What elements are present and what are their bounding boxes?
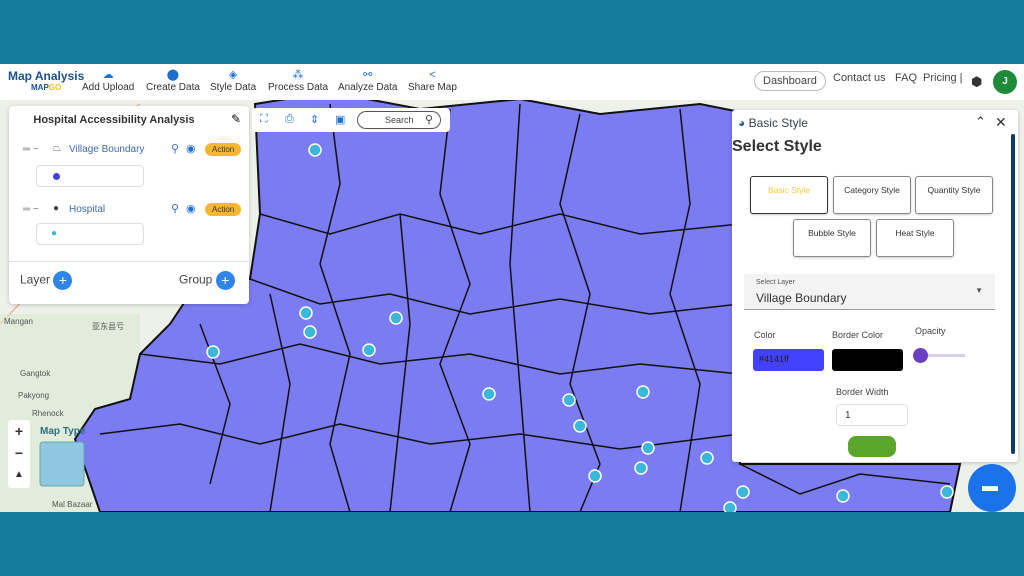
nav-create-data[interactable]: ⬤ Create Data: [146, 68, 200, 93]
fill-color-picker[interactable]: #4141ff: [753, 349, 824, 371]
bubble-style-button[interactable]: Bubble Style: [793, 219, 871, 257]
zoom-in-button[interactable]: +: [8, 420, 30, 442]
layer-name-hospital[interactable]: Hospital: [69, 204, 105, 215]
action-button[interactable]: Action: [205, 203, 242, 216]
layers-panel: Hospital Accessibility Analysis ✎ ═ − ⏢ …: [9, 106, 249, 304]
border-width-label: Border Width: [836, 387, 889, 397]
polygon-icon: ⏢: [53, 143, 61, 154]
print-icon[interactable]: ⎙: [285, 113, 294, 126]
chat-icon: ▬: [982, 478, 998, 495]
process-icon: ⁂: [292, 69, 304, 81]
zoom-to-layer-icon[interactable]: ⚲: [171, 202, 179, 215]
logo[interactable]: Map Analysis MAPGO: [8, 69, 84, 92]
nav-analyze-data[interactable]: ⚯ Analyze Data: [338, 68, 397, 93]
border-width-input[interactable]: 1: [836, 404, 908, 426]
fullscreen-icon[interactable]: ⛶: [260, 113, 268, 126]
zoom-to-layer-icon[interactable]: ⚲: [171, 142, 179, 155]
opacity-slider[interactable]: [913, 348, 965, 363]
chevron-down-icon: ▼: [975, 286, 983, 295]
eye-icon[interactable]: ◉: [186, 202, 196, 215]
project-title: Hospital Accessibility Analysis: [33, 114, 195, 126]
nav-process-data[interactable]: ⁂ Process Data: [268, 68, 328, 93]
quantity-style-button[interactable]: Quantity Style: [915, 176, 993, 214]
dashboard-button[interactable]: Dashboard: [754, 71, 826, 91]
place-label: Rhenock: [32, 409, 65, 418]
comment-icon[interactable]: ▣: [335, 113, 345, 126]
place-label: Mal Bazaar: [52, 500, 93, 509]
category-style-button[interactable]: Category Style: [833, 176, 911, 214]
border-color-label: Border Color: [832, 330, 884, 340]
edit-pencil-icon[interactable]: ✎: [231, 112, 241, 126]
globe-icon: ◕: [738, 116, 746, 130]
contact-link[interactable]: Contact us: [833, 72, 886, 84]
add-group-button[interactable]: Group +: [179, 271, 235, 290]
panel-title: Select Style: [732, 138, 822, 155]
style-panel: ◕ Basic Style ⌃ ✕ Select Style Basic Sty…: [732, 110, 1018, 462]
eye-icon[interactable]: ◉: [186, 142, 196, 155]
basic-style-button[interactable]: Basic Style: [750, 176, 828, 214]
paint-bucket-icon: ◈: [228, 69, 238, 81]
plus-icon: +: [53, 271, 73, 290]
drag-handle-icon[interactable]: ═ −: [23, 144, 39, 155]
opacity-label: Opacity: [915, 326, 946, 336]
analyze-icon: ⚯: [363, 69, 373, 81]
faq-link[interactable]: FAQ: [895, 72, 917, 84]
map-type-label: Map Type: [40, 426, 86, 437]
pricing-link[interactable]: Pricing |: [923, 72, 963, 84]
close-icon[interactable]: ✕: [995, 114, 1007, 131]
measure-icon[interactable]: ⇕: [310, 113, 319, 126]
layer-swatch[interactable]: ●: [36, 223, 144, 245]
drag-handle-icon[interactable]: ═ −: [23, 204, 39, 215]
layer-name-village-boundary[interactable]: Village Boundary: [69, 144, 144, 155]
zoom-control: + − ▲: [8, 420, 30, 488]
chat-button[interactable]: ▬: [968, 464, 1016, 512]
apply-button[interactable]: [848, 436, 896, 457]
top-navbar: Map Analysis MAPGO ☁ Add Upload ⬤ Create Da…: [0, 64, 1024, 100]
scrollbar[interactable]: [1011, 134, 1015, 454]
compass-icon[interactable]: ▲: [8, 464, 30, 486]
app: Mangan 亚东县亏 Gangtok Pakyong Rhenock Mal …: [0, 64, 1024, 512]
style-panel-header: ◕ Basic Style: [738, 116, 808, 130]
search-input[interactable]: Search ⚲: [357, 111, 441, 129]
color-label: Color: [754, 330, 776, 340]
location-pin-icon: ⬤: [166, 69, 180, 81]
share-icon: <: [429, 69, 436, 81]
action-button[interactable]: Action: [205, 143, 242, 156]
search-icon: ⚲: [424, 114, 433, 126]
pin-icon: ●: [53, 203, 60, 214]
collapse-icon[interactable]: ⌃: [975, 114, 986, 130]
plus-icon: +: [215, 271, 235, 290]
nav-add-upload[interactable]: ☁ Add Upload: [82, 68, 134, 93]
select-layer-dropdown[interactable]: Select Layer Village Boundary ▼: [744, 274, 995, 310]
cloud-upload-icon: ☁: [102, 69, 114, 81]
layer-swatch[interactable]: [36, 165, 144, 187]
add-layer-button[interactable]: Layer +: [20, 271, 73, 290]
heat-style-button[interactable]: Heat Style: [876, 219, 954, 257]
border-color-picker[interactable]: [832, 349, 903, 371]
cube-icon[interactable]: ⬢: [971, 74, 982, 90]
nav-share-map[interactable]: < Share Map: [408, 68, 457, 93]
place-label: Mangan: [4, 317, 33, 326]
map-type-thumbnail[interactable]: [39, 441, 85, 487]
place-label: Gangtok: [20, 369, 51, 378]
avatar[interactable]: J: [993, 70, 1017, 94]
slider-thumb[interactable]: [913, 348, 928, 363]
zoom-out-button[interactable]: −: [8, 442, 30, 464]
place-label: 亚东县亏: [92, 321, 124, 331]
map-toolbar: ⛶ ⎙ ⇕ ▣ Search ⚲: [252, 108, 450, 132]
nav-style-data[interactable]: ◈ Style Data: [210, 68, 256, 93]
place-label: Pakyong: [18, 391, 49, 400]
